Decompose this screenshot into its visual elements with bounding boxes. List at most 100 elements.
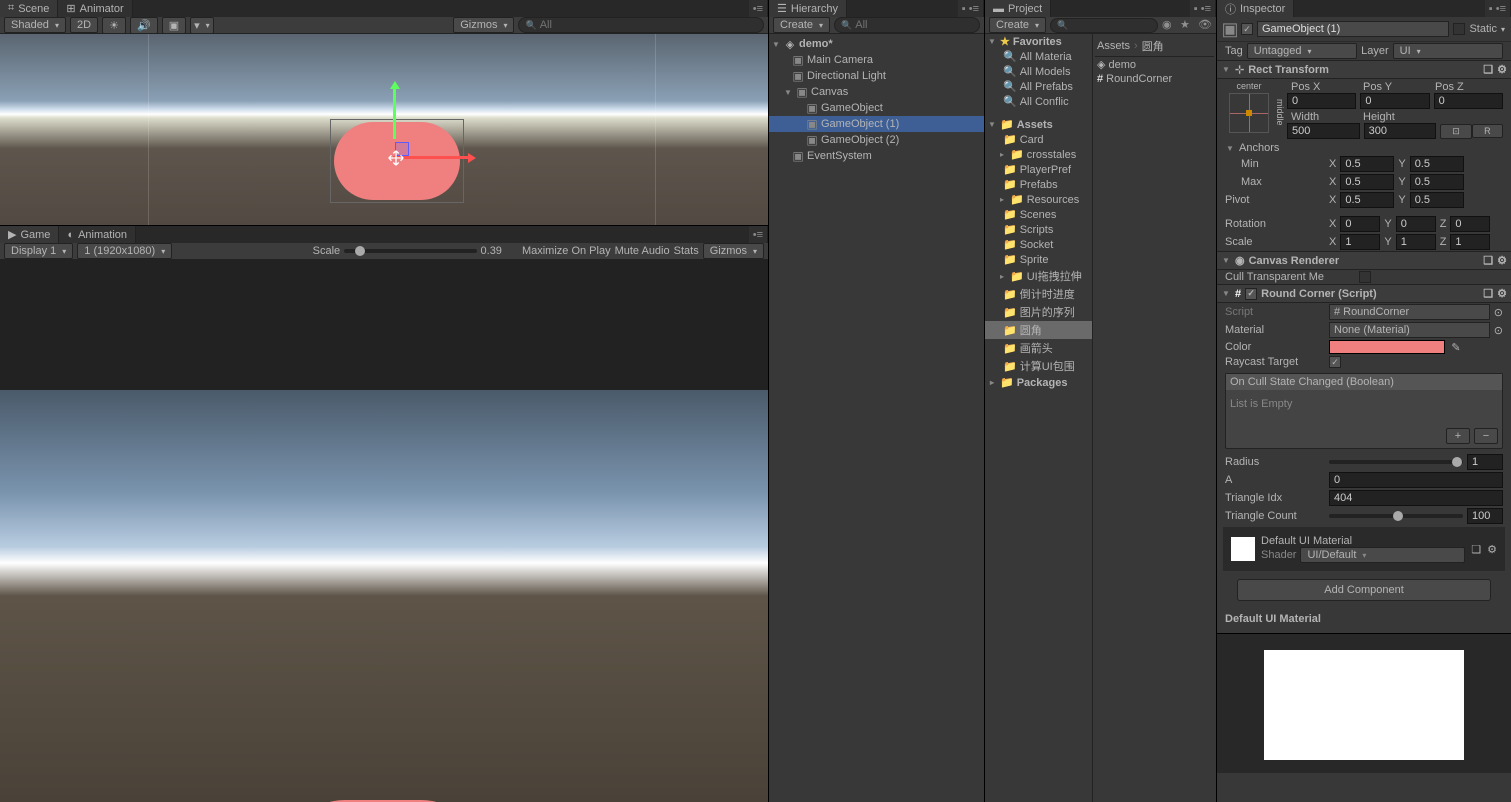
folder-item[interactable]: 📁倒计时进度 xyxy=(985,285,1092,303)
lighting-toggle-icon[interactable]: ☀ xyxy=(102,17,126,34)
gameobject-name-input[interactable] xyxy=(1257,21,1449,37)
anchors-foldout[interactable]: ▼ xyxy=(1225,144,1235,153)
help-icon[interactable]: ❏ xyxy=(1471,543,1481,556)
assets-root[interactable]: ▼📁Assets xyxy=(985,117,1092,132)
help-icon[interactable]: ❏ xyxy=(1483,63,1493,76)
stats-toggle[interactable]: Stats xyxy=(674,245,699,257)
favorites-section[interactable]: ▼★Favorites xyxy=(985,34,1092,49)
mode-2d-toggle[interactable]: 2D xyxy=(70,17,98,33)
scene-viewport[interactable] xyxy=(0,34,768,225)
favorite-item[interactable]: 🔍All Materia xyxy=(985,49,1092,64)
radius-slider[interactable] xyxy=(1329,460,1463,464)
hierarchy-item[interactable]: ▣GameObject xyxy=(769,100,984,116)
panel-menu-inspector[interactable]: ▪ •≡ xyxy=(1485,0,1511,17)
tab-scene[interactable]: ⌗Scene xyxy=(0,0,58,17)
project-asset-item[interactable]: ◈demo xyxy=(1095,57,1214,72)
a-input[interactable] xyxy=(1329,472,1503,488)
height-input[interactable] xyxy=(1364,123,1437,139)
anchor-min-y-input[interactable] xyxy=(1410,156,1464,172)
gameobject-icon[interactable]: ▣ xyxy=(1223,22,1237,36)
favorite-item[interactable]: 🔍All Prefabs xyxy=(985,79,1092,94)
hidden-icon[interactable]: 👁 xyxy=(1198,18,1212,32)
panel-menu-scene[interactable]: •≡ xyxy=(749,0,768,17)
tag-dropdown[interactable]: Untagged xyxy=(1247,43,1357,59)
packages-root[interactable]: ▸📁Packages xyxy=(985,375,1092,390)
component-context-icon[interactable]: ⚙ xyxy=(1497,287,1507,300)
pos-y-input[interactable] xyxy=(1360,93,1429,109)
scale-z-input[interactable] xyxy=(1450,234,1490,250)
folder-item-selected[interactable]: 📁圆角 xyxy=(985,321,1092,339)
anchor-min-x-input[interactable] xyxy=(1340,156,1394,172)
static-checkbox[interactable] xyxy=(1453,23,1465,35)
rot-z-input[interactable] xyxy=(1450,216,1490,232)
project-folder-tree[interactable]: ▼★Favorites 🔍All Materia 🔍All Models 🔍Al… xyxy=(985,34,1093,802)
tab-project[interactable]: ▬Project xyxy=(985,0,1051,17)
scale-slider[interactable] xyxy=(344,249,476,253)
folder-item[interactable]: 📁图片的序列 xyxy=(985,303,1092,321)
folder-item[interactable]: 📁计算UI包围 xyxy=(985,357,1092,375)
anchor-max-y-input[interactable] xyxy=(1410,174,1464,190)
tab-game[interactable]: ▶Game xyxy=(0,226,59,243)
breadcrumb-item[interactable]: Assets xyxy=(1097,40,1130,52)
triangle-idx-input[interactable] xyxy=(1329,490,1503,506)
folder-item[interactable]: 📁Scenes xyxy=(985,207,1092,222)
rot-y-input[interactable] xyxy=(1396,216,1436,232)
tab-inspector[interactable]: ⓘInspector xyxy=(1217,0,1294,17)
folder-item[interactable]: 📁画箭头 xyxy=(985,339,1092,357)
pos-x-input[interactable] xyxy=(1287,93,1356,109)
favorite-item[interactable]: 🔍All Models xyxy=(985,64,1092,79)
fx-toggle-icon[interactable]: ▣ xyxy=(162,17,186,34)
resolution-dropdown[interactable]: 1 (1920x1080) xyxy=(77,243,172,259)
panel-menu-project[interactable]: ▪ •≡ xyxy=(1190,0,1216,17)
display-dropdown[interactable]: Display 1 xyxy=(4,243,73,259)
object-picker-icon[interactable]: ⊙ xyxy=(1494,306,1503,319)
scale-x-input[interactable] xyxy=(1340,234,1380,250)
raycast-target-checkbox[interactable]: ✓ xyxy=(1329,356,1341,368)
shader-dropdown[interactable]: UI/Default xyxy=(1300,547,1465,563)
maximize-on-play-toggle[interactable]: Maximize On Play xyxy=(522,245,611,257)
tab-animation[interactable]: ◐Animation xyxy=(59,226,136,243)
game-viewport[interactable] xyxy=(0,260,768,802)
game-gizmos-dropdown[interactable]: Gizmos xyxy=(703,243,764,259)
panel-menu-game[interactable]: •≡ xyxy=(749,226,768,243)
round-corner-header[interactable]: ▼#✓Round Corner (Script)❏⚙ xyxy=(1217,284,1511,303)
pos-z-input[interactable] xyxy=(1434,93,1503,109)
material-reference[interactable]: None (Material) xyxy=(1329,322,1490,338)
raw-edit-icon[interactable]: R xyxy=(1472,124,1503,138)
hierarchy-item[interactable]: ▣Main Camera xyxy=(769,52,984,68)
help-icon[interactable]: ❏ xyxy=(1483,254,1493,267)
project-search[interactable] xyxy=(1050,18,1158,33)
breadcrumb-item[interactable]: 圆角 xyxy=(1142,38,1164,54)
script-reference[interactable]: #RoundCorner xyxy=(1329,304,1490,320)
mute-audio-toggle[interactable]: Mute Audio xyxy=(615,245,670,257)
folder-item[interactable]: 📁Prefabs xyxy=(985,177,1092,192)
hierarchy-item[interactable]: ▣GameObject (2) xyxy=(769,132,984,148)
hierarchy-search[interactable]: All xyxy=(834,17,980,33)
folder-item[interactable]: ▸📁Resources xyxy=(985,192,1092,207)
canvas-renderer-header[interactable]: ▼◉Canvas Renderer❏⚙ xyxy=(1217,251,1511,270)
folder-item[interactable]: ▸📁UI拖拽拉伸 xyxy=(985,267,1092,285)
audio-toggle-icon[interactable]: 🔊 xyxy=(130,17,158,34)
width-input[interactable] xyxy=(1287,123,1360,139)
scene-search[interactable]: All xyxy=(518,17,764,33)
favorite-filter-icon[interactable]: ★ xyxy=(1180,18,1194,32)
event-remove-button[interactable]: − xyxy=(1474,428,1498,444)
move-gizmo-icon[interactable] xyxy=(385,149,407,167)
folder-item[interactable]: 📁Sprite xyxy=(985,252,1092,267)
material-summary[interactable]: Default UI Material ShaderUI/Default ❏⚙ xyxy=(1223,527,1505,571)
component-context-icon[interactable]: ⚙ xyxy=(1487,543,1497,556)
round-corner-enabled-checkbox[interactable]: ✓ xyxy=(1245,288,1257,300)
component-context-icon[interactable]: ⚙ xyxy=(1497,63,1507,76)
gizmos-dropdown[interactable]: Gizmos xyxy=(453,17,514,33)
pivot-x-input[interactable] xyxy=(1340,192,1394,208)
hierarchy-tree[interactable]: ▼◈demo* ▣Main Camera ▣Directional Light … xyxy=(769,34,984,802)
shading-mode-dropdown[interactable]: Shaded xyxy=(4,17,66,33)
folder-item[interactable]: ▸📁crosstales xyxy=(985,147,1092,162)
folder-item[interactable]: 📁Card xyxy=(985,132,1092,147)
hierarchy-item[interactable]: ▣Directional Light xyxy=(769,68,984,84)
component-context-icon[interactable]: ⚙ xyxy=(1497,254,1507,267)
folder-item[interactable]: 📁Scripts xyxy=(985,222,1092,237)
triangle-count-input[interactable] xyxy=(1467,508,1503,524)
add-component-button[interactable]: Add Component xyxy=(1237,579,1491,601)
project-asset-item[interactable]: #RoundCorner xyxy=(1095,72,1214,86)
